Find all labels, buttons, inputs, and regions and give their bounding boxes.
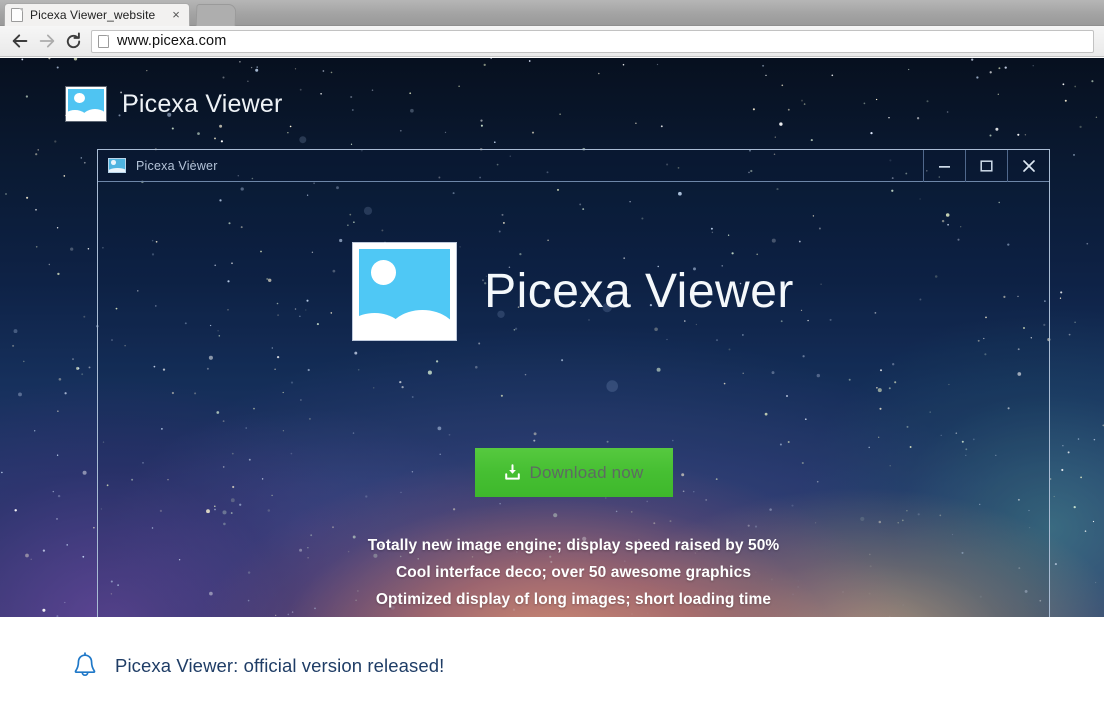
reload-button[interactable] (60, 28, 87, 55)
address-bar[interactable]: www.picexa.com (91, 29, 1094, 53)
product-logo-row: Picexa Viewer (98, 243, 1049, 340)
app-window-preview: Picexa Viewer Picexa Viewer Download now… (97, 149, 1050, 617)
back-button[interactable] (6, 28, 33, 55)
app-window-titlebar: Picexa Viewer (98, 149, 1049, 182)
feature-list: Totally new image engine; display speed … (98, 532, 1049, 613)
close-icon[interactable]: × (169, 8, 183, 22)
site-header: Picexa Viewer (0, 58, 1104, 150)
close-icon[interactable] (1007, 149, 1049, 182)
bell-icon (72, 652, 98, 680)
minimize-icon[interactable] (923, 149, 965, 182)
image-icon (66, 87, 106, 121)
forward-button[interactable] (33, 28, 60, 55)
site-brand-name: Picexa Viewer (122, 89, 283, 118)
browser-window: Picexa Viewer_website × www.picexa.com P… (0, 0, 1104, 715)
app-window-content: Picexa Viewer Download now Totally new i… (98, 182, 1049, 617)
product-title: Picexa Viewer (484, 264, 794, 318)
feature-line: Totally new image engine; display speed … (367, 537, 780, 554)
tab-title: Picexa Viewer_website (30, 8, 156, 22)
feature-line: Optimized display of long images; short … (375, 591, 772, 608)
image-icon (108, 158, 126, 173)
download-button-wrap: Download now (98, 448, 1049, 497)
download-icon (504, 464, 521, 481)
page-viewport: Picexa Viewer Picexa Viewer Picexa Viewe… (0, 58, 1104, 715)
download-now-button[interactable]: Download now (474, 448, 673, 497)
address-bar-value: www.picexa.com (117, 33, 227, 49)
tab-strip: Picexa Viewer_website × (0, 0, 1104, 26)
maximize-icon[interactable] (965, 149, 1007, 182)
browser-toolbar: www.picexa.com (0, 26, 1104, 57)
page-icon (11, 8, 23, 22)
new-tab-button[interactable] (195, 4, 237, 26)
window-controls (923, 149, 1049, 182)
feature-line: Cool interface deco; over 50 awesome gra… (395, 564, 752, 581)
browser-tab[interactable]: Picexa Viewer_website × (4, 3, 190, 26)
hero-section: Picexa Viewer Picexa Viewer Picexa Viewe… (0, 58, 1104, 617)
page-icon (98, 34, 109, 48)
notification-message: Picexa Viewer: official version released… (115, 655, 445, 676)
download-button-label: Download now (529, 462, 644, 482)
image-icon (353, 243, 457, 340)
app-window-title: Picexa Viewer (136, 158, 218, 173)
notification-bar: Picexa Viewer: official version released… (0, 617, 1104, 715)
